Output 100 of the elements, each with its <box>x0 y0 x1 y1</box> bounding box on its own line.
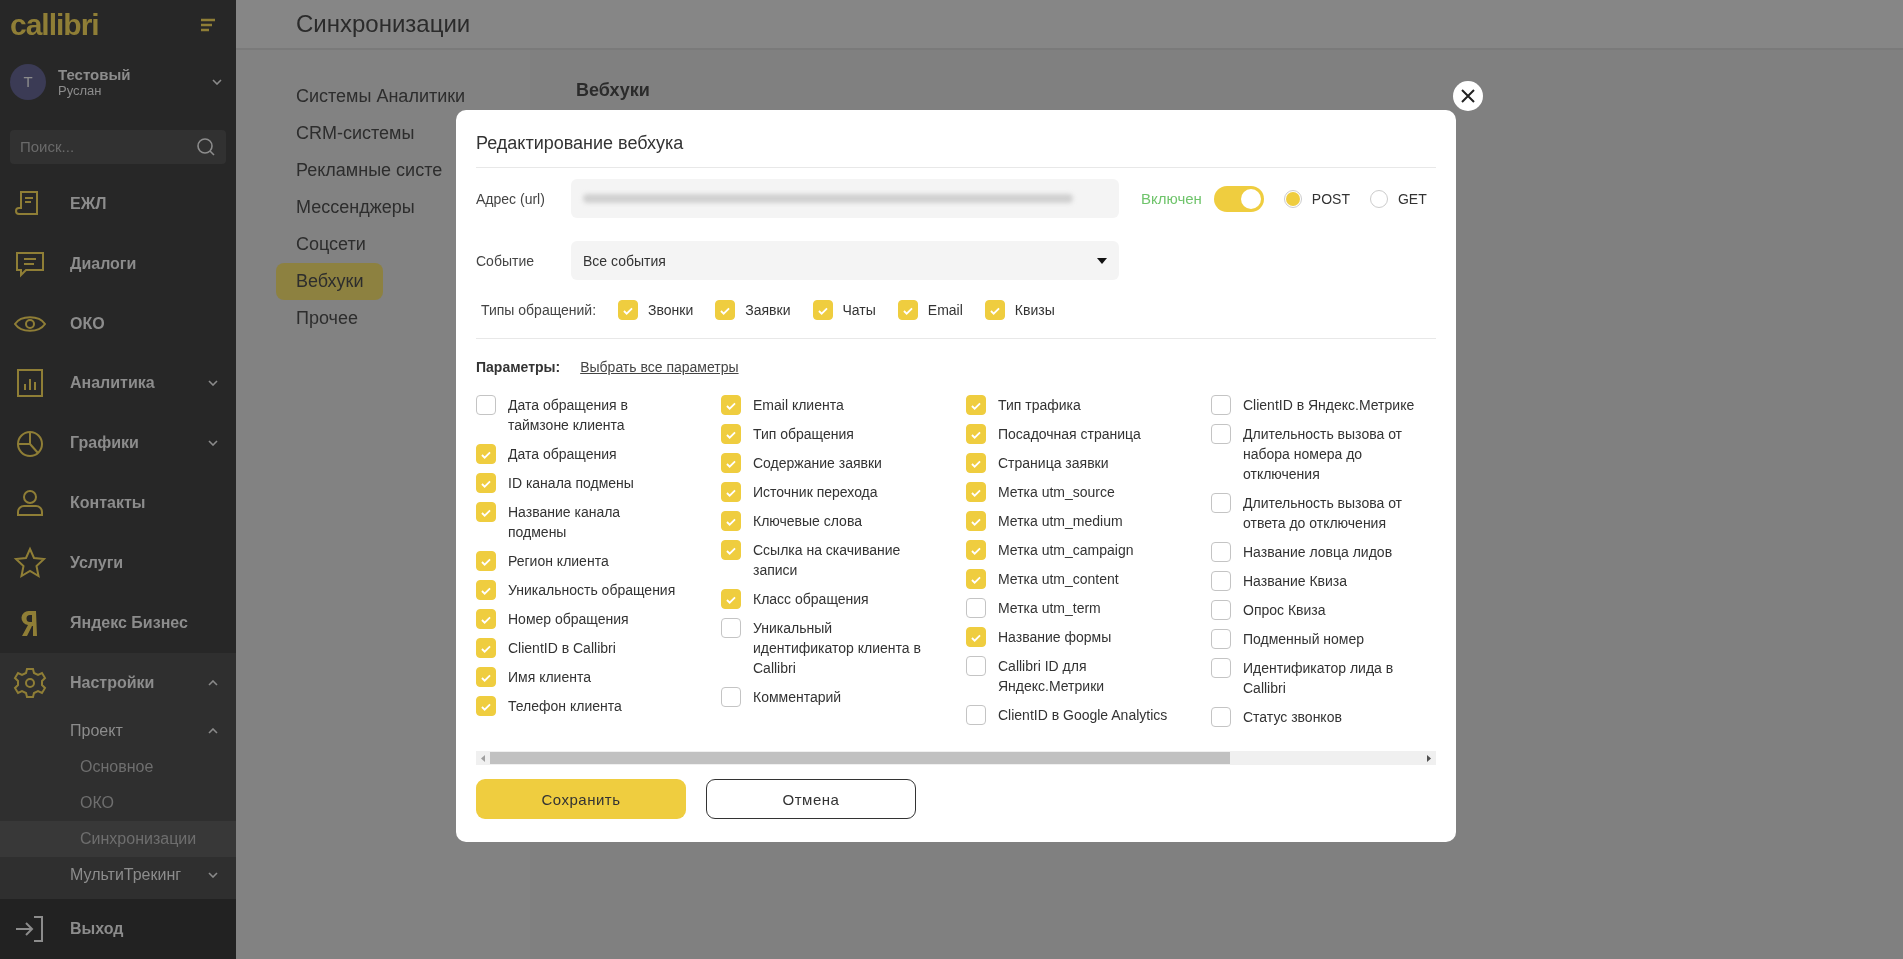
checkbox-label: Метка utm_campaign <box>998 541 1135 560</box>
checkbox[interactable] <box>721 482 741 502</box>
checkbox[interactable] <box>721 687 741 707</box>
nav-subitem[interactable]: МультиТрекинг <box>70 866 208 885</box>
cancel-button[interactable]: Отмена <box>706 779 916 819</box>
field-label: Адрес (url) <box>476 190 546 207</box>
checkbox[interactable] <box>721 511 741 531</box>
checkbox[interactable] <box>1211 395 1231 415</box>
checkbox[interactable] <box>1211 707 1231 727</box>
radio-option[interactable]: GET <box>1370 189 1427 208</box>
checkbox[interactable] <box>1211 658 1231 678</box>
checkbox[interactable] <box>476 502 496 522</box>
checkbox[interactable] <box>966 540 986 560</box>
checkbox[interactable] <box>966 482 986 502</box>
checkbox-label: Посадочная страница <box>998 425 1142 444</box>
select-all-link[interactable]: Выбрать все параметры <box>580 359 739 375</box>
subnav-item[interactable]: Прочее <box>276 300 378 337</box>
checkbox-label: Дата обращения в таймзоне клиента <box>508 396 629 435</box>
checkbox[interactable] <box>721 589 741 609</box>
checkbox[interactable] <box>1211 571 1231 591</box>
checkbox-label: Идентификатор лида в Callibri <box>1243 659 1395 698</box>
checkbox[interactable] <box>966 453 986 473</box>
checkbox[interactable] <box>1211 600 1231 620</box>
checkbox[interactable] <box>476 395 496 415</box>
checkbox-label: Подменный номер <box>1243 630 1366 649</box>
close-button[interactable] <box>1453 81 1483 111</box>
checkbox-label: Чаты <box>842 302 876 318</box>
checkbox[interactable] <box>966 424 986 444</box>
nav-item[interactable]: Услуги <box>70 554 218 573</box>
checkbox[interactable] <box>476 473 496 493</box>
checkbox[interactable] <box>1211 493 1231 513</box>
checkbox[interactable] <box>618 300 639 320</box>
checkbox[interactable] <box>476 667 496 687</box>
nav-subitem[interactable]: ОКО <box>0 785 236 822</box>
checkbox-label: Ключевые слова <box>753 512 863 531</box>
checkbox[interactable] <box>721 540 741 560</box>
checkbox[interactable] <box>721 424 741 444</box>
checkbox[interactable] <box>715 300 736 320</box>
checkbox-label: Email клиента <box>753 396 845 415</box>
checkbox[interactable] <box>721 618 741 638</box>
checkbox-label: Тип трафика <box>998 396 1082 415</box>
event-dropdown[interactable]: Все события <box>571 241 1119 280</box>
nav-subitem[interactable]: Основное <box>0 749 236 786</box>
search-field[interactable]: Поиск... <box>10 129 226 164</box>
checkbox-label: Содержание заявки <box>753 454 883 473</box>
left-arrow-icon[interactable] <box>481 754 485 762</box>
nav-item[interactable]: Настройки <box>70 674 186 693</box>
checkbox[interactable] <box>966 656 986 676</box>
nav-item[interactable]: Диалоги <box>70 254 218 273</box>
nav-item[interactable]: Яндекс Бизнес <box>70 614 218 633</box>
right-arrow-icon[interactable] <box>1427 754 1431 762</box>
checkbox[interactable] <box>1211 629 1231 649</box>
radio-option[interactable]: POST <box>1283 189 1350 208</box>
checkbox[interactable] <box>966 705 986 725</box>
nav-item[interactable]: ЕЖЛ <box>70 194 218 213</box>
subnav-item[interactable]: CRM-системы <box>276 115 435 152</box>
checkbox[interactable] <box>721 395 741 415</box>
checkbox-label: Страница заявки <box>998 454 1110 473</box>
checkbox-label: Тип обращения <box>753 425 855 444</box>
checkbox[interactable] <box>812 300 833 320</box>
checkbox[interactable] <box>966 569 986 589</box>
save-button[interactable]: Сохранить <box>476 779 686 819</box>
checkbox[interactable] <box>476 609 496 629</box>
checkbox[interactable] <box>966 511 986 531</box>
checkbox-label: ClientID в Яндекс.Метрике <box>1243 396 1416 415</box>
checkbox[interactable] <box>476 638 496 658</box>
checkbox[interactable] <box>1211 424 1231 444</box>
checkbox[interactable] <box>897 300 918 320</box>
checkbox[interactable] <box>476 580 496 600</box>
nav-item[interactable]: Контакты <box>70 494 218 513</box>
menu-icon[interactable] <box>200 17 216 32</box>
checkbox-label: Телефон клиента <box>508 697 623 716</box>
page-title: Синхронизации <box>296 10 471 38</box>
checkbox-label: Callibri ID для Яндекс.Метрики <box>998 657 1106 696</box>
nav-item[interactable]: Аналитика <box>70 374 186 393</box>
nav-item[interactable]: ОКО <box>70 314 218 333</box>
horizontal-scrollbar[interactable] <box>476 751 1436 765</box>
subnav-item[interactable]: Мессенджеры <box>276 189 435 226</box>
logout-item[interactable]: Выход <box>70 920 218 939</box>
scrollbar-thumb[interactable] <box>490 752 1230 764</box>
toggle-switch[interactable] <box>1213 185 1264 212</box>
url-field[interactable] <box>571 179 1119 218</box>
nav-subitem[interactable]: Проект <box>70 722 208 741</box>
checkbox[interactable] <box>476 696 496 716</box>
subnav-item[interactable]: Вебхуки <box>276 263 384 300</box>
nav-item[interactable]: Графики <box>70 434 186 453</box>
checkbox[interactable] <box>721 453 741 473</box>
checkbox[interactable] <box>966 395 986 415</box>
checkbox[interactable] <box>966 598 986 618</box>
checkbox-label: Заявки <box>745 302 791 318</box>
checkbox[interactable] <box>984 300 1005 320</box>
checkbox-label: Название формы <box>998 628 1113 647</box>
subnav-item[interactable]: Соцсети <box>276 226 386 263</box>
checkbox[interactable] <box>1211 542 1231 562</box>
user-subtitle: Руслан <box>58 82 103 98</box>
checkbox[interactable] <box>476 444 496 464</box>
checkbox[interactable] <box>476 551 496 571</box>
checkbox[interactable] <box>966 627 986 647</box>
checkbox-label: ClientID в Google Analytics <box>998 706 1169 725</box>
toggle-label: Включен <box>1141 190 1202 207</box>
